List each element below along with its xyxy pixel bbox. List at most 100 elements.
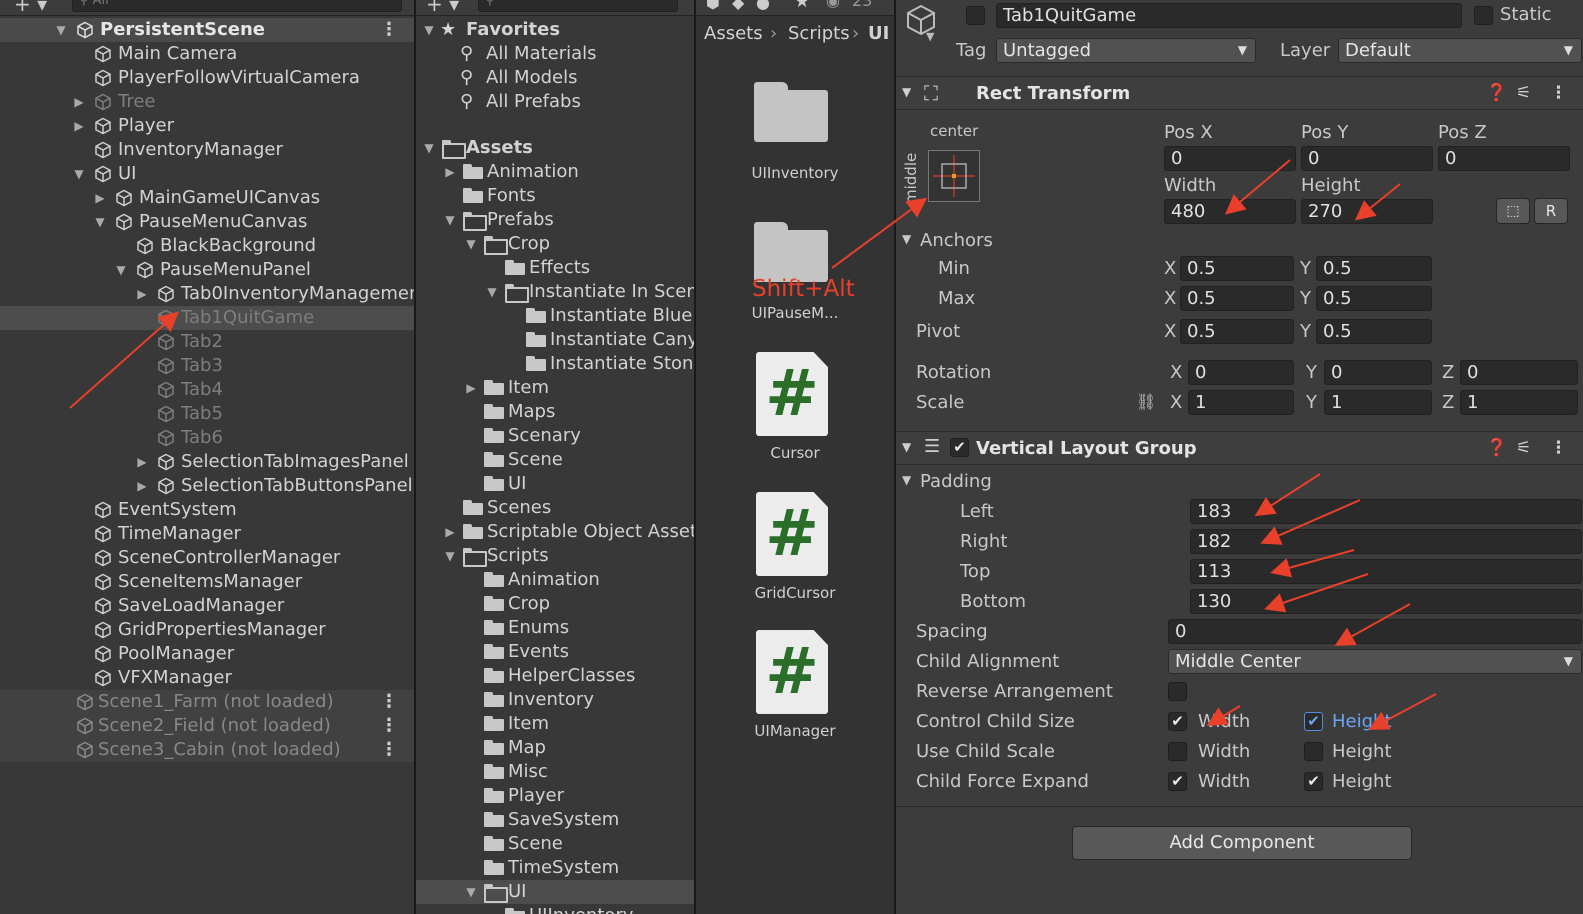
child-alignment-dropdown[interactable]: Middle Center ▼ bbox=[1168, 649, 1582, 674]
favorites-header[interactable]: ▼ ★ Favorites bbox=[416, 18, 694, 42]
favorite-item[interactable]: ⚲ All Materials bbox=[416, 42, 694, 66]
hierarchy-item[interactable]: ▶ Player bbox=[0, 114, 414, 138]
asset-tile[interactable]: # GridCursor bbox=[696, 492, 894, 612]
anchor-presets-button[interactable] bbox=[928, 150, 980, 202]
tag-dropdown[interactable]: Untagged ▼ bbox=[996, 38, 1256, 63]
foldout-arrow-icon[interactable]: ▼ bbox=[902, 232, 911, 246]
pivot-x-field[interactable]: 0.5 bbox=[1180, 319, 1294, 344]
favorite-item[interactable]: ⚲ All Models bbox=[416, 66, 694, 90]
scene-menu-icon[interactable]: ⋮ bbox=[380, 18, 398, 42]
hierarchy-item[interactable]: BlackBackground bbox=[0, 234, 414, 258]
hierarchy-item[interactable]: PoolManager bbox=[0, 642, 414, 666]
create-plus-icon[interactable]: + ▾ bbox=[426, 0, 459, 15]
hierarchy-item[interactable]: Tab4 bbox=[0, 378, 414, 402]
hierarchy-item[interactable]: Tab2 bbox=[0, 330, 414, 354]
hierarchy-item[interactable]: ▼ PauseMenuCanvas bbox=[0, 210, 414, 234]
hierarchy-item[interactable]: Main Camera bbox=[0, 42, 414, 66]
scene-menu-icon[interactable]: ⋮ bbox=[380, 738, 398, 762]
foldout-arrow-icon[interactable]: ▼ bbox=[464, 880, 478, 904]
project-folder[interactable]: UIInventory bbox=[416, 904, 694, 914]
constrain-proportions-link-icon[interactable]: ⛓ bbox=[1136, 392, 1156, 411]
project-folder[interactable]: Crop bbox=[416, 592, 694, 616]
hierarchy-item[interactable]: InventoryManager bbox=[0, 138, 414, 162]
hierarchy-item[interactable]: Tab6 bbox=[0, 426, 414, 450]
chevron-down-icon[interactable]: ▼ bbox=[926, 30, 934, 43]
favorite-star-icon[interactable]: ★ bbox=[794, 0, 810, 12]
hierarchy-item[interactable]: EventSystem bbox=[0, 498, 414, 522]
foldout-arrow-icon[interactable]: ▼ bbox=[443, 544, 457, 568]
foldout-arrow-icon[interactable]: ▶ bbox=[443, 160, 457, 184]
project-folder[interactable]: Maps bbox=[416, 400, 694, 424]
layer-dropdown[interactable]: Default ▼ bbox=[1338, 38, 1582, 63]
component-menu-icon[interactable]: ⋮ bbox=[1550, 438, 1567, 458]
scale-z-field[interactable]: 1 bbox=[1460, 390, 1578, 415]
scene-menu-icon[interactable]: ⋮ bbox=[380, 690, 398, 714]
help-icon[interactable]: ❓ bbox=[1486, 83, 1507, 103]
anchor-min-x-field[interactable]: 0.5 bbox=[1180, 256, 1294, 281]
project-folder[interactable]: Enums bbox=[416, 616, 694, 640]
padding-top-field[interactable]: 113 bbox=[1190, 559, 1582, 584]
raw-edit-button[interactable]: R bbox=[1534, 198, 1568, 224]
hierarchy-item[interactable]: GridPropertiesManager bbox=[0, 618, 414, 642]
static-checkbox[interactable] bbox=[1474, 6, 1493, 25]
component-menu-icon[interactable]: ⋮ bbox=[1550, 83, 1567, 103]
breadcrumb-scripts[interactable]: Scripts bbox=[788, 20, 850, 48]
asset-tile[interactable]: # Cursor bbox=[696, 352, 894, 472]
component-enabled-checkbox[interactable]: ✔ bbox=[950, 438, 969, 457]
padding-bottom-field[interactable]: 130 bbox=[1190, 589, 1582, 614]
add-component-button[interactable]: Add Component bbox=[1072, 826, 1412, 860]
foldout-arrow-icon[interactable]: ▼ bbox=[464, 232, 478, 256]
visibility-eye-icon[interactable]: ◉ bbox=[826, 0, 840, 10]
use-child-scale-height-checkbox[interactable] bbox=[1304, 742, 1323, 761]
presets-icon[interactable]: ⚟ bbox=[1516, 438, 1531, 458]
hierarchy-item[interactable]: Tab3 bbox=[0, 354, 414, 378]
active-checkbox[interactable] bbox=[966, 6, 985, 25]
foldout-arrow-icon[interactable]: ▶ bbox=[72, 114, 86, 138]
project-folder[interactable]: Instantiate Stone bbox=[416, 352, 694, 376]
project-folder[interactable]: SaveSystem bbox=[416, 808, 694, 832]
project-folder[interactable]: ▼ Crop bbox=[416, 232, 694, 256]
hierarchy-item[interactable]: SceneItemsManager bbox=[0, 570, 414, 594]
project-folder[interactable]: ▶ Scriptable Object Assets bbox=[416, 520, 694, 544]
foldout-arrow-icon[interactable]: ▶ bbox=[135, 282, 149, 306]
hierarchy-item[interactable]: ▶ MainGameUICanvas bbox=[0, 186, 414, 210]
unloaded-scene-row[interactable]: Scene2_Field (not loaded) ⋮ bbox=[0, 714, 414, 738]
padding-right-field[interactable]: 182 bbox=[1190, 529, 1582, 554]
scale-y-field[interactable]: 1 bbox=[1324, 390, 1432, 415]
hierarchy-item[interactable]: ▶ Tree bbox=[0, 90, 414, 114]
project-folder[interactable]: Effects bbox=[416, 256, 694, 280]
project-folder[interactable]: Scene bbox=[416, 832, 694, 856]
pos-x-field[interactable]: 0 bbox=[1164, 146, 1296, 171]
foldout-arrow-icon[interactable]: ▶ bbox=[135, 474, 149, 498]
project-folder[interactable]: ▼ UI bbox=[416, 880, 694, 904]
spacing-field[interactable]: 0 bbox=[1168, 619, 1582, 644]
anchor-max-x-field[interactable]: 0.5 bbox=[1180, 286, 1294, 311]
hierarchy-item[interactable]: Tab1QuitGame bbox=[0, 306, 414, 330]
foldout-arrow-icon[interactable]: ▼ bbox=[443, 208, 457, 232]
child-force-expand-width-checkbox[interactable]: ✔ bbox=[1168, 772, 1187, 791]
filter-by-label-icon[interactable]: ◆ bbox=[732, 0, 744, 12]
hierarchy-item[interactable]: Tab5 bbox=[0, 402, 414, 426]
favorite-item[interactable]: ⚲ All Prefabs bbox=[416, 90, 694, 114]
project-folder[interactable]: Animation bbox=[416, 568, 694, 592]
breadcrumb-ui[interactable]: UI bbox=[868, 20, 889, 48]
foldout-arrow-icon[interactable]: ▼ bbox=[422, 136, 436, 160]
project-folder[interactable]: Inventory bbox=[416, 688, 694, 712]
foldout-arrow-icon[interactable]: ▼ bbox=[422, 18, 436, 42]
foldout-arrow-icon[interactable]: ▼ bbox=[902, 473, 911, 487]
project-folder[interactable]: Scenary bbox=[416, 424, 694, 448]
pos-y-field[interactable]: 0 bbox=[1301, 146, 1433, 171]
hierarchy-item[interactable]: ▼ PauseMenuPanel bbox=[0, 258, 414, 282]
project-folder[interactable]: Instantiate Blue bbox=[416, 304, 694, 328]
project-folder[interactable]: ▼ Instantiate In Scene bbox=[416, 280, 694, 304]
object-name-field[interactable]: Tab1QuitGame bbox=[996, 3, 1462, 28]
hierarchy-item[interactable]: SceneControllerManager bbox=[0, 546, 414, 570]
hierarchy-item[interactable]: TimeManager bbox=[0, 522, 414, 546]
unloaded-scene-row[interactable]: Scene3_Cabin (not loaded) ⋮ bbox=[0, 738, 414, 762]
info-icon[interactable]: ● bbox=[756, 0, 770, 12]
project-folder[interactable]: Instantiate Canyon bbox=[416, 328, 694, 352]
project-folder[interactable]: ▼ Prefabs bbox=[416, 208, 694, 232]
foldout-arrow-icon[interactable]: ▶ bbox=[72, 90, 86, 114]
panel-divider[interactable] bbox=[414, 0, 416, 914]
rect-transform-header[interactable]: ▼ ⛶ Rect Transform ❓ ⚟ ⋮ bbox=[896, 76, 1583, 110]
